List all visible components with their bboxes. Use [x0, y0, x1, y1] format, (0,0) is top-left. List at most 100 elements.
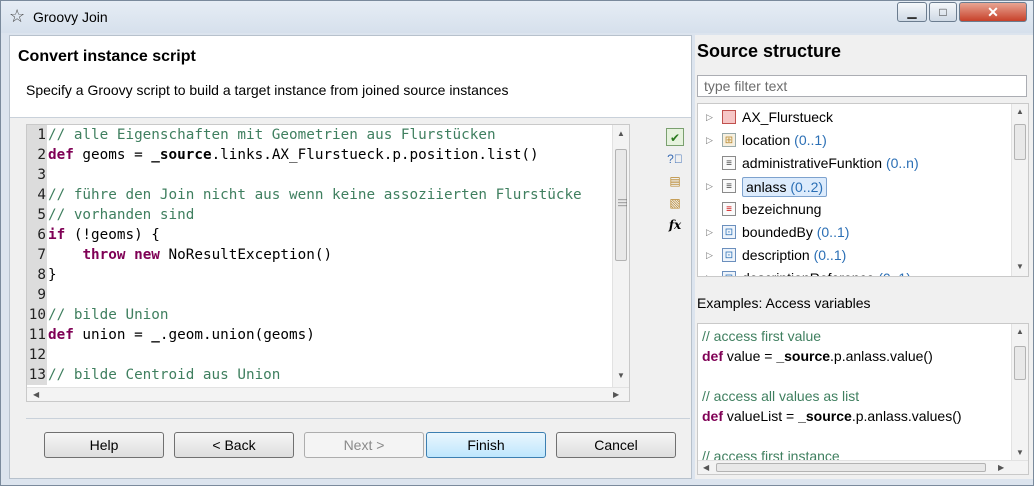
code-text[interactable]: def union = _.geom.union(geoms): [47, 327, 315, 343]
line-number: 6: [27, 225, 47, 245]
title-bar[interactable]: ☆ Groovy Join ▁ □ ✕: [1, 1, 1033, 33]
code-line[interactable]: 5// vorhanden sind: [27, 205, 620, 225]
code-line[interactable]: 10// bilde Union: [27, 305, 620, 325]
code-line[interactable]: 2 def geoms = _source.links.AX_Flurstueck…: [27, 145, 620, 165]
line-number: 5: [27, 205, 47, 225]
editor-horizontal-scrollbar[interactable]: ◀ ▶: [27, 387, 629, 401]
code-line[interactable]: 6 if (!geoms) {: [27, 225, 620, 245]
examples-vertical-scrollbar[interactable]: ▲ ▼: [1011, 324, 1028, 462]
examples-scroll-thumb[interactable]: [1014, 346, 1026, 380]
script-editor[interactable]: 1// alle Eigenschaften mit Geometrien au…: [26, 124, 630, 402]
back-button[interactable]: < Back: [174, 432, 294, 458]
scroll-up-icon[interactable]: ▲: [617, 129, 625, 138]
code-token: // bilde Union: [48, 307, 169, 323]
code-line[interactable]: 4// führe den Join nicht aus wenn keine …: [27, 185, 620, 205]
expand-arrow-icon[interactable]: ▷: [706, 106, 713, 128]
code-text[interactable]: // vorhanden sind: [47, 207, 194, 223]
help-icon[interactable]: ?⃝: [666, 150, 684, 168]
examples-view[interactable]: // access first instance def valueList = …: [697, 323, 1029, 475]
class-icon: [722, 110, 736, 124]
close-icon: ✕: [987, 4, 999, 20]
scroll-down-icon[interactable]: ▼: [1016, 262, 1024, 271]
filter-input[interactable]: [697, 75, 1027, 97]
code-line[interactable]: 3: [27, 165, 620, 185]
code-text[interactable]: // bilde Union: [47, 307, 169, 323]
code-line[interactable]: 11 def union = _.geom.union(geoms): [27, 325, 620, 345]
code-text[interactable]: // bilde Centroid aus Union: [47, 367, 280, 383]
code-text[interactable]: // führe den Join nicht aus wenn keine a…: [47, 187, 582, 203]
editor-vertical-scrollbar[interactable]: ▲ ― ― ― ▼: [612, 125, 629, 389]
help-button[interactable]: Help: [44, 432, 164, 458]
cardinality-label: (0..1): [878, 270, 911, 276]
tree-item-description[interactable]: ▷ ⊡ description (0..1): [698, 244, 1008, 266]
code-line[interactable]: 1// alle Eigenschaften mit Geometrien au…: [27, 125, 620, 145]
code-token: // bilde Centroid aus Union: [48, 367, 281, 383]
editor-lines[interactable]: 1// alle Eigenschaften mit Geometrien au…: [27, 125, 620, 389]
finish-button[interactable]: Finish: [426, 432, 546, 458]
tree-item-location[interactable]: ▷ ⊞ location (0..1): [698, 129, 1008, 151]
tree-item-boundedby[interactable]: ▷ ⊡ boundedBy (0..1): [698, 221, 1008, 243]
cancel-button[interactable]: Cancel: [556, 432, 676, 458]
object-icon: ⊡: [722, 248, 736, 262]
expand-arrow-icon[interactable]: ▷: [706, 221, 713, 243]
expand-arrow-icon[interactable]: ▷: [706, 267, 713, 276]
tree-item-label: location (0..1): [742, 129, 827, 151]
editor-scroll-thumb[interactable]: ― ― ―: [615, 149, 627, 261]
star-icon: ☆: [9, 6, 26, 26]
code-text[interactable]: // alle Eigenschaften mit Geometrien aus…: [47, 127, 496, 143]
tree-vertical-scrollbar[interactable]: ▲ ▼: [1011, 104, 1028, 276]
tree-item-name: AX_Flurstueck: [742, 109, 834, 125]
validate-check-icon[interactable]: ✔: [666, 128, 684, 146]
source-structure-title: Source structure: [697, 41, 842, 61]
scroll-up-icon[interactable]: ▲: [1016, 327, 1024, 336]
examples-horizontal-scrollbar[interactable]: ◀ ▶: [698, 460, 1028, 474]
script-pane: Convert instance script Specify a Groovy…: [9, 35, 692, 479]
scroll-right-icon[interactable]: ▶: [998, 463, 1004, 472]
code-text[interactable]: def geoms = _source.links.AX_Flurstueck.…: [47, 147, 539, 163]
line-number: 1: [27, 125, 47, 145]
scroll-left-icon[interactable]: ◀: [703, 463, 709, 472]
code-line[interactable]: 7 throw new NoResultException(): [27, 245, 620, 265]
expand-arrow-icon[interactable]: ▷: [706, 129, 713, 151]
example-token: .p.anlass.values(): [851, 408, 962, 424]
insert-type-icon[interactable]: ▧: [666, 194, 684, 212]
expand-arrow-icon[interactable]: ▷: [706, 175, 713, 197]
tree-item-label: descriptionReference (0..1): [742, 267, 911, 276]
tree-item-bezeichnung[interactable]: ≡ bezeichnung: [698, 198, 1008, 220]
tree-item-ax_flurstueck[interactable]: ▷ AX_Flurstueck: [698, 106, 1008, 128]
insert-variable-icon[interactable]: ▤: [666, 172, 684, 190]
scroll-left-icon[interactable]: ◀: [33, 390, 39, 399]
cardinality-label: (0..1): [816, 224, 850, 240]
code-text[interactable]: [47, 347, 48, 363]
code-text[interactable]: [47, 287, 48, 303]
maximize-button[interactable]: □: [929, 2, 957, 22]
examples-hscroll-thumb[interactable]: [716, 463, 986, 472]
scroll-right-icon[interactable]: ▶: [613, 390, 619, 399]
expand-arrow-icon[interactable]: ▷: [706, 244, 713, 266]
minimize-button[interactable]: ▁: [897, 2, 927, 22]
tree-item-name: description: [742, 247, 810, 263]
close-button[interactable]: ✕: [959, 2, 1027, 22]
tree-item-descriptionreference[interactable]: ▷ ⊡ descriptionReference (0..1): [698, 267, 1008, 276]
tree-item-administrativefunktion[interactable]: ≡ administrativeFunktion (0..n): [698, 152, 1008, 174]
tree-item-anlass[interactable]: ▷ ≡ anlass (0..2): [698, 175, 1008, 197]
scroll-up-icon[interactable]: ▲: [1016, 107, 1024, 116]
code-line[interactable]: 12: [27, 345, 620, 365]
attribute-icon: ≡: [722, 156, 736, 170]
code-text[interactable]: [47, 167, 48, 183]
source-tree[interactable]: ▷ ⊡ descriptionReference (0..1) ▷ ⊡ descripti…: [697, 103, 1029, 277]
function-fx-icon[interactable]: fx: [666, 216, 684, 234]
tree-scroll-thumb[interactable]: [1014, 124, 1026, 160]
code-text[interactable]: if (!geoms) {: [47, 227, 160, 243]
code-line[interactable]: 13// bilde Centroid aus Union: [27, 365, 620, 385]
scroll-down-icon[interactable]: ▼: [1016, 448, 1024, 457]
code-text[interactable]: throw new NoResultException(): [47, 247, 332, 263]
code-text[interactable]: }: [47, 267, 57, 283]
line-number: 4: [27, 185, 47, 205]
code-line[interactable]: 9: [27, 285, 620, 305]
line-number: 3: [27, 165, 47, 185]
example-line: // access first value: [702, 326, 821, 346]
scroll-down-icon[interactable]: ▼: [617, 371, 625, 380]
tree-item-name: bezeichnung: [742, 201, 822, 217]
code-line[interactable]: 8}: [27, 265, 620, 285]
